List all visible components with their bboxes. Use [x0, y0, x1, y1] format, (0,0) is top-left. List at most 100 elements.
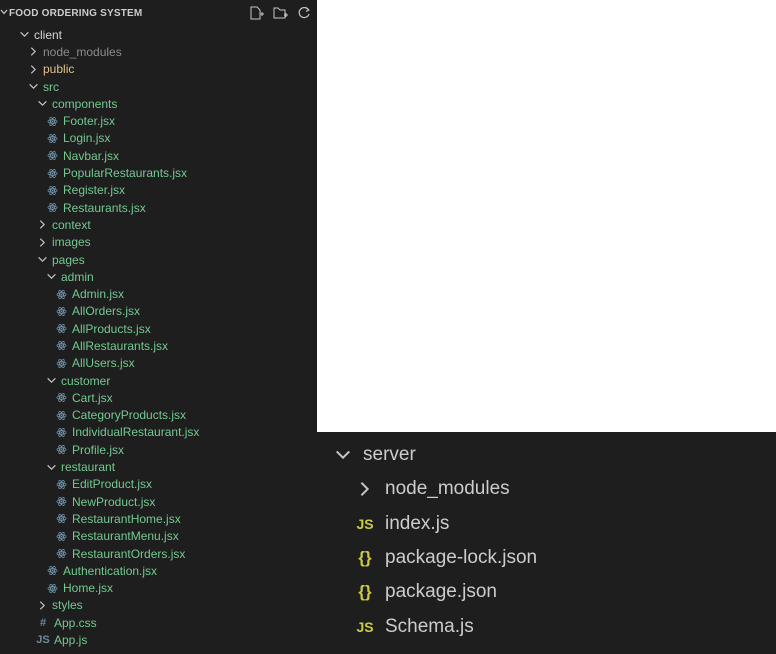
json-icon: {} [358, 548, 372, 568]
folder-src[interactable]: src [0, 78, 317, 95]
chevron-right-icon[interactable] [27, 46, 39, 57]
folder-styles[interactable]: styles [0, 597, 317, 614]
tree-item-label: server [363, 444, 416, 466]
tree-item-label: customer [61, 373, 111, 388]
react-icon [54, 392, 68, 403]
file-login-jsx[interactable]: Login.jsx [0, 130, 317, 147]
folder-restaurant[interactable]: restaurant [0, 458, 317, 475]
file-app-css[interactable]: # App.css [0, 614, 317, 631]
react-icon [54, 444, 68, 455]
folder-node-modules[interactable]: node_modules [0, 43, 317, 60]
react-icon [54, 358, 68, 369]
chevron-down-icon[interactable] [331, 446, 355, 464]
file-restaurantmenu-jsx[interactable]: RestaurantMenu.jsx [0, 528, 317, 545]
tree-item-label: CategoryProducts.jsx [72, 408, 187, 423]
tree-item-label: pages [52, 252, 85, 267]
react-icon [45, 202, 59, 213]
css-icon: # [39, 616, 47, 629]
new-file-icon[interactable] [249, 6, 265, 20]
folder-components[interactable]: components [0, 95, 317, 112]
chevron-down-icon[interactable] [0, 8, 9, 19]
react-icon [45, 565, 59, 576]
file-register-jsx[interactable]: Register.jsx [0, 182, 317, 199]
file-allproducts-jsx[interactable]: AllProducts.jsx [0, 320, 317, 337]
refresh-icon[interactable] [297, 6, 313, 20]
file-package-lock-json[interactable]: {} package-lock.json [317, 541, 776, 575]
chevron-down-icon[interactable] [45, 271, 57, 282]
tree-item-label: RestaurantOrders.jsx [72, 546, 186, 561]
file-admin-jsx[interactable]: Admin.jsx [0, 285, 317, 302]
file-home-jsx[interactable]: Home.jsx [0, 580, 317, 597]
folder-client[interactable]: client [0, 26, 317, 43]
file-restaurantorders-jsx[interactable]: RestaurantOrders.jsx [0, 545, 317, 562]
tree-item-label: Navbar.jsx [63, 148, 120, 163]
folder-images[interactable]: images [0, 234, 317, 251]
file-footer-jsx[interactable]: Footer.jsx [0, 112, 317, 129]
file-cart-jsx[interactable]: Cart.jsx [0, 389, 317, 406]
folder-context[interactable]: context [0, 216, 317, 233]
file-authentication-jsx[interactable]: Authentication.jsx [0, 562, 317, 579]
tree-item-label: PopularRestaurants.jsx [63, 166, 188, 181]
chevron-right-icon[interactable] [27, 64, 39, 75]
chevron-down-icon[interactable] [27, 81, 39, 92]
tree-item-label: EditProduct.jsx [72, 477, 153, 492]
tree-item-label: Register.jsx [63, 183, 126, 198]
file-allorders-jsx[interactable]: AllOrders.jsx [0, 303, 317, 320]
tree-item-label: AllRestaurants.jsx [72, 338, 169, 353]
react-icon [54, 427, 68, 438]
tree-item-label: components [52, 96, 118, 111]
chevron-down-icon[interactable] [36, 254, 48, 265]
js-icon: JS [356, 515, 374, 532]
chevron-down-icon[interactable] [18, 29, 30, 40]
file-categoryproducts-jsx[interactable]: CategoryProducts.jsx [0, 407, 317, 424]
folder-admin[interactable]: admin [0, 268, 317, 285]
folder-node-modules[interactable]: node_modules [317, 472, 776, 506]
file-allusers-jsx[interactable]: AllUsers.jsx [0, 355, 317, 372]
react-icon [54, 340, 68, 351]
folder-public[interactable]: public [0, 61, 317, 78]
file-profile-jsx[interactable]: Profile.jsx [0, 441, 317, 458]
file-editproduct-jsx[interactable]: EditProduct.jsx [0, 476, 317, 493]
explorer-panel: FOOD ORDERING SYSTEM client node_modulesp… [0, 0, 317, 654]
server-file-tree: server node_modules JS index.js {} package-lo… [317, 438, 776, 644]
file-app-js[interactable]: JS App.js [0, 631, 317, 648]
folder-pages[interactable]: pages [0, 251, 317, 268]
tree-item-label: Admin.jsx [72, 287, 125, 302]
tree-item-label: node_modules [385, 478, 510, 500]
chevron-down-icon[interactable] [45, 375, 57, 386]
react-icon [54, 513, 68, 524]
file-restauranthome-jsx[interactable]: RestaurantHome.jsx [0, 510, 317, 527]
file-package-json[interactable]: {} package.json [317, 575, 776, 609]
file-newproduct-jsx[interactable]: NewProduct.jsx [0, 493, 317, 510]
chevron-right-icon[interactable] [36, 237, 48, 248]
react-icon [54, 479, 68, 490]
chevron-right-icon[interactable] [353, 480, 377, 498]
chevron-right-icon[interactable] [36, 219, 48, 230]
new-folder-icon[interactable] [273, 6, 289, 20]
tree-item-label: NewProduct.jsx [72, 494, 156, 509]
file-index-js[interactable]: JS index.js [317, 507, 776, 541]
file-navbar-jsx[interactable]: Navbar.jsx [0, 147, 317, 164]
tree-item-label: Cart.jsx [72, 390, 113, 405]
file-popularrestaurants-jsx[interactable]: PopularRestaurants.jsx [0, 164, 317, 181]
tree-item-label: Login.jsx [63, 131, 111, 146]
file-allrestaurants-jsx[interactable]: AllRestaurants.jsx [0, 337, 317, 354]
tree-item-label: node_modules [43, 44, 122, 59]
chevron-down-icon[interactable] [36, 98, 48, 109]
react-icon [54, 496, 68, 507]
tree-item-label: RestaurantHome.jsx [72, 511, 181, 526]
explorer-header[interactable]: FOOD ORDERING SYSTEM [0, 0, 317, 26]
file-schema-js[interactable]: JS Schema.js [317, 609, 776, 643]
react-icon [54, 548, 68, 559]
file-individualrestaurant-jsx[interactable]: IndividualRestaurant.jsx [0, 424, 317, 441]
chevron-right-icon[interactable] [36, 600, 48, 611]
react-icon [45, 168, 59, 179]
folder-server[interactable]: server [317, 438, 776, 472]
chevron-down-icon[interactable] [45, 462, 57, 473]
tree-item-label: client [34, 27, 63, 42]
file-restaurants-jsx[interactable]: Restaurants.jsx [0, 199, 317, 216]
explorer-title: FOOD ORDERING SYSTEM [9, 7, 143, 19]
folder-customer[interactable]: customer [0, 372, 317, 389]
tree-item-label: public [43, 62, 75, 77]
tree-item-label: App.js [54, 633, 88, 648]
